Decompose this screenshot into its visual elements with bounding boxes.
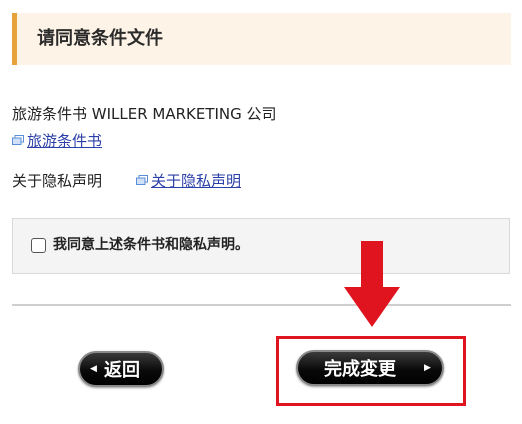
external-link-icon	[12, 135, 24, 145]
agree-checkbox-label[interactable]: 我同意上述条件书和隐私声明。	[53, 236, 249, 254]
terms-link[interactable]: 旅游条件书	[12, 131, 102, 151]
back-button-label: 返回	[104, 360, 140, 381]
terms-link-label[interactable]: 旅游条件书	[27, 132, 102, 150]
external-link-icon	[136, 175, 148, 185]
privacy-link-label[interactable]: 关于隐私声明	[151, 172, 241, 190]
agreement-box: 我同意上述条件书和隐私声明。	[12, 218, 510, 274]
privacy-label: 关于隐私声明	[12, 172, 103, 190]
divider	[12, 304, 511, 306]
agree-checkbox[interactable]	[31, 238, 46, 253]
triangle-left-icon: ◀	[90, 364, 97, 374]
terms-company-line: 旅游条件书 WILLER MARKETING 公司	[12, 105, 277, 123]
highlight-box	[276, 336, 466, 406]
privacy-link[interactable]: 关于隐私声明	[136, 171, 241, 191]
section-header: 请同意条件文件	[12, 13, 511, 65]
back-button[interactable]: ◀ 返回	[78, 351, 164, 387]
section-title: 请同意条件文件	[37, 28, 163, 49]
down-arrow-icon	[344, 241, 400, 327]
